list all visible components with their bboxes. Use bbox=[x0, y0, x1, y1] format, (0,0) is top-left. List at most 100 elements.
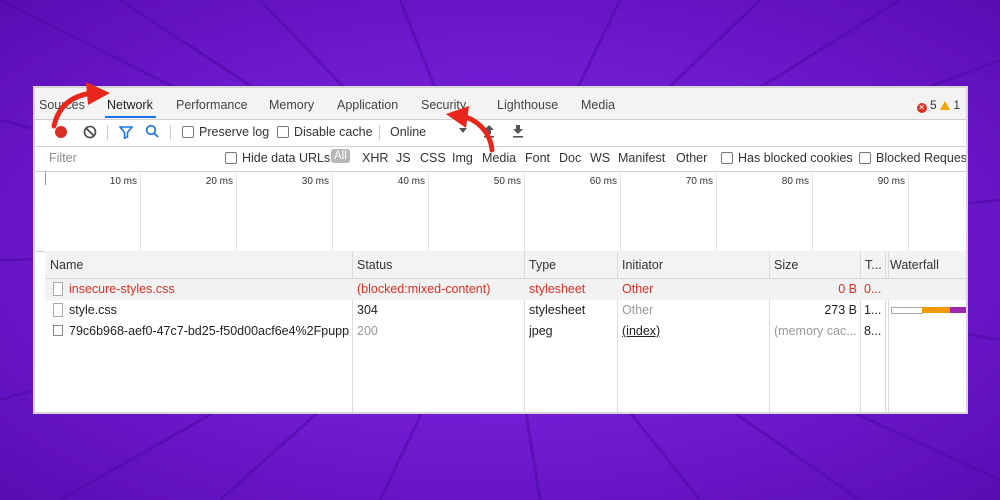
throttling-select[interactable]: Online bbox=[390, 125, 468, 139]
column-header-time[interactable]: T... bbox=[865, 258, 882, 272]
column-header-type[interactable]: Type bbox=[529, 258, 556, 272]
overview-gridline bbox=[908, 171, 909, 251]
export-har-button[interactable] bbox=[512, 124, 524, 141]
column-header-waterfall[interactable]: Waterfall bbox=[890, 258, 939, 272]
column-header-initiator[interactable]: Initiator bbox=[622, 258, 663, 272]
overview-gridline bbox=[716, 171, 717, 251]
filter-type-ws[interactable]: WS bbox=[590, 151, 610, 165]
disable-cache-checkbox[interactable]: Disable cache bbox=[277, 125, 373, 139]
request-size: (memory cac... bbox=[774, 324, 857, 338]
hide-data-urls-checkbox[interactable]: Hide data URLs bbox=[225, 151, 330, 165]
filter-funnel-icon bbox=[118, 126, 134, 140]
checkbox-box bbox=[859, 152, 871, 164]
blocked-requests-checkbox[interactable]: Blocked Requests bbox=[859, 151, 968, 165]
clear-icon bbox=[83, 125, 97, 139]
filter-type-manifest[interactable]: Manifest bbox=[618, 151, 665, 165]
column-header-name[interactable]: Name bbox=[50, 258, 83, 272]
request-size: 0 B bbox=[838, 282, 857, 296]
import-har-button[interactable] bbox=[483, 124, 495, 141]
has-blocked-cookies-checkbox[interactable]: Has blocked cookies bbox=[721, 151, 853, 165]
tab-lighthouse[interactable]: Lighthouse bbox=[497, 98, 558, 112]
request-type: jpeg bbox=[529, 324, 553, 338]
tab-performance[interactable]: Performance bbox=[176, 98, 248, 112]
overview-tick-label: 80 ms bbox=[781, 176, 809, 187]
waterfall-bar-download bbox=[950, 307, 966, 313]
request-type: stylesheet bbox=[529, 303, 586, 317]
waterfall-bar-waiting bbox=[922, 307, 950, 313]
overview-tick-label: 20 ms bbox=[205, 176, 233, 187]
chevron-down-icon bbox=[458, 128, 467, 133]
overview-tick-label: 30 ms bbox=[301, 176, 329, 187]
filter-type-media[interactable]: Media bbox=[482, 151, 516, 165]
filter-type-img[interactable]: Img bbox=[452, 151, 473, 165]
devtools-panel: Sources Network Performance Memory Appli… bbox=[33, 86, 968, 414]
overview-gridline bbox=[524, 171, 525, 251]
clear-button[interactable] bbox=[83, 125, 97, 142]
active-tab-indicator bbox=[105, 116, 156, 118]
request-time: 0... bbox=[864, 282, 882, 296]
request-time: 1... bbox=[864, 303, 882, 317]
filter-type-font[interactable]: Font bbox=[525, 151, 550, 165]
timeline-overview[interactable]: 10 ms 20 ms 30 ms 40 ms 50 ms 60 ms 70 m… bbox=[35, 171, 966, 252]
request-size: 273 B bbox=[824, 303, 857, 317]
filter-type-all[interactable]: All bbox=[331, 149, 350, 163]
network-toolbar: Preserve log Disable cache Online bbox=[35, 119, 966, 147]
blocked-requests-label: Blocked Requests bbox=[876, 151, 968, 165]
request-name: style.css bbox=[69, 303, 117, 317]
tab-security[interactable]: Security bbox=[421, 98, 466, 112]
request-time: 8... bbox=[864, 324, 882, 338]
image-file-icon bbox=[53, 325, 63, 336]
filter-toggle-button[interactable] bbox=[118, 125, 134, 142]
overview-gridline bbox=[620, 171, 621, 251]
checkbox-box bbox=[225, 152, 237, 164]
preserve-log-checkbox[interactable]: Preserve log bbox=[182, 125, 269, 139]
requests-table: Name Status Type Initiator Size T... Wat… bbox=[45, 251, 966, 412]
table-header: Name Status Type Initiator Size T... Wat… bbox=[45, 251, 966, 279]
overview-tick-label: 50 ms bbox=[493, 176, 521, 187]
tab-network[interactable]: Network bbox=[107, 98, 153, 112]
filter-type-css[interactable]: CSS bbox=[420, 151, 446, 165]
table-row[interactable]: 79c6b968-aef0-47c7-bd25-f50d00acf6e4%2Fp… bbox=[45, 321, 966, 342]
tab-media[interactable]: Media bbox=[581, 98, 615, 112]
hide-data-urls-label: Hide data URLs bbox=[242, 151, 331, 165]
request-initiator-link[interactable]: (index) bbox=[622, 324, 660, 338]
overview-gridline bbox=[236, 171, 237, 251]
checkbox-box bbox=[277, 126, 289, 138]
filter-type-other[interactable]: Other bbox=[676, 151, 707, 165]
filter-input[interactable] bbox=[45, 149, 218, 167]
request-name: insecure-styles.css bbox=[69, 282, 175, 296]
overview-gridline bbox=[140, 171, 141, 251]
record-button[interactable] bbox=[55, 126, 67, 141]
tab-application[interactable]: Application bbox=[337, 98, 398, 112]
filter-type-doc[interactable]: Doc bbox=[559, 151, 581, 165]
record-icon bbox=[55, 126, 67, 138]
overview-tick-label: 70 ms bbox=[685, 176, 713, 187]
tab-sources[interactable]: Sources bbox=[39, 98, 85, 112]
filter-bar: Hide data URLs All XHR JS CSS Img Media … bbox=[35, 146, 966, 172]
request-status: 200 bbox=[357, 324, 378, 338]
preserve-log-label: Preserve log bbox=[199, 125, 270, 139]
overview-gridline bbox=[332, 171, 333, 251]
filter-type-js[interactable]: JS bbox=[396, 151, 411, 165]
devtools-tab-bar: Sources Network Performance Memory Appli… bbox=[35, 88, 966, 120]
filter-type-xhr[interactable]: XHR bbox=[362, 151, 388, 165]
column-header-size[interactable]: Size bbox=[774, 258, 798, 272]
tab-memory[interactable]: Memory bbox=[269, 98, 314, 112]
request-status: 304 bbox=[357, 303, 378, 317]
overview-tick-label: 60 ms bbox=[589, 176, 617, 187]
issues-counter[interactable]: ✕ 5 1 bbox=[916, 98, 960, 113]
overview-tick-label: 40 ms bbox=[397, 176, 425, 187]
table-row[interactable]: insecure-styles.css (blocked:mixed-conte… bbox=[45, 279, 966, 300]
error-icon: ✕ bbox=[916, 103, 927, 113]
file-icon bbox=[53, 303, 63, 317]
column-header-status[interactable]: Status bbox=[357, 258, 392, 272]
toolbar-separator bbox=[170, 125, 171, 140]
table-row[interactable]: style.css 304 stylesheet Other 273 B 1..… bbox=[45, 300, 966, 321]
waterfall-bar-queue bbox=[891, 307, 923, 314]
error-count: 5 bbox=[929, 98, 937, 112]
has-blocked-cookies-label: Has blocked cookies bbox=[738, 151, 853, 165]
request-name: 79c6b968-aef0-47c7-bd25-f50d00acf6e4%2Fp… bbox=[69, 324, 349, 338]
overview-tick-label: 90 ms bbox=[877, 176, 905, 187]
search-button[interactable] bbox=[145, 124, 159, 142]
request-type: stylesheet bbox=[529, 282, 586, 296]
